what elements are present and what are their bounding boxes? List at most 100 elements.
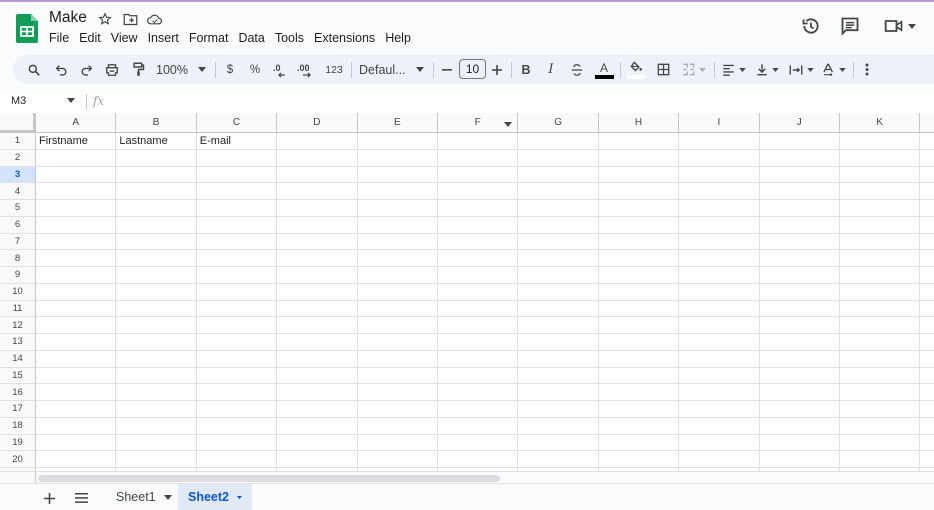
cell-b1[interactable]: Lastname	[116, 133, 196, 150]
more-formats-button[interactable]: 123	[323, 55, 345, 84]
cell-a1[interactable]: Firstname	[36, 133, 116, 150]
row-header-13[interactable]: 13	[0, 334, 36, 351]
row-header-2[interactable]: 2	[0, 149, 36, 167]
column-header-partial[interactable]	[920, 113, 934, 133]
menu-extensions[interactable]: Extensions	[309, 29, 380, 47]
horizontal-scrollbar-thumb[interactable]	[38, 475, 500, 482]
text-wrapping-button[interactable]	[787, 55, 815, 84]
row-header-5[interactable]: 5	[0, 200, 36, 217]
menu-bar: File Edit View Insert Format Data Tools …	[44, 29, 416, 47]
all-sheets-button[interactable]	[70, 487, 92, 509]
row-header-7[interactable]: 7	[0, 233, 36, 251]
increase-decimal-button[interactable]: .00	[297, 55, 315, 84]
font-family-select[interactable]: Defaul...	[359, 55, 425, 84]
menu-view[interactable]: View	[106, 29, 143, 47]
row-header-12[interactable]: 12	[0, 317, 36, 334]
fill-color-button[interactable]	[626, 55, 646, 84]
gridline-horizontal	[36, 450, 934, 452]
italic-button[interactable]: I	[544, 55, 558, 84]
cloud-status-icon[interactable]	[147, 11, 163, 27]
add-sheet-button[interactable]	[38, 487, 60, 509]
sheets-logo-icon[interactable]	[16, 14, 38, 43]
chevron-down-icon[interactable]	[163, 494, 172, 500]
column-header-e[interactable]: E	[357, 113, 438, 133]
font-size-input[interactable]: 10	[459, 59, 486, 79]
spreadsheet-grid[interactable]: A B C D E F G H I J K 1 2 3 4 5 6 7 8 9 10 11 12 13 14 15 16 17 18 19…	[0, 113, 934, 471]
chevron-down-icon[interactable]	[237, 495, 242, 500]
menu-tools[interactable]: Tools	[270, 29, 309, 47]
column-header-a[interactable]: A	[36, 113, 117, 133]
format-currency-button[interactable]: $	[223, 55, 237, 84]
column-header-j[interactable]: J	[759, 113, 840, 133]
row-header-19[interactable]: 19	[0, 434, 36, 452]
row-header-1[interactable]: 1	[0, 133, 36, 150]
strikethrough-button[interactable]	[569, 55, 585, 84]
bold-button[interactable]: B	[519, 55, 533, 84]
decrease-font-size-button[interactable]	[440, 55, 454, 84]
move-folder-icon[interactable]	[122, 11, 138, 27]
more-options-button[interactable]	[860, 55, 874, 84]
menu-edit[interactable]: Edit	[74, 29, 106, 47]
column-header-c[interactable]: C	[196, 113, 278, 133]
row-header-8[interactable]: 8	[0, 250, 36, 267]
vertical-align-button[interactable]	[754, 55, 780, 84]
decrease-decimal-button[interactable]: .0	[272, 55, 290, 84]
sheet-tab-sheet1[interactable]: Sheet1	[106, 484, 182, 510]
name-box[interactable]: M3	[11, 95, 26, 107]
column-header-k[interactable]: K	[840, 113, 921, 133]
redo-button[interactable]	[77, 55, 95, 84]
horizontal-align-button[interactable]	[721, 55, 747, 84]
column-header-d[interactable]: D	[277, 113, 358, 133]
video-camera-icon	[884, 20, 903, 32]
column-menu-chevron-icon[interactable]	[504, 122, 512, 127]
column-header-g[interactable]: G	[518, 113, 599, 133]
cell-c1[interactable]: E-mail	[197, 133, 277, 150]
sheet-tab-label: Sheet1	[116, 490, 156, 504]
text-rotation-button[interactable]	[820, 55, 848, 84]
row-header-3[interactable]: 3	[0, 166, 36, 184]
row-header-15[interactable]: 15	[0, 367, 36, 385]
document-title[interactable]: Make	[49, 9, 87, 27]
comments-button[interactable]	[838, 14, 862, 38]
undo-button[interactable]	[52, 55, 70, 84]
version-history-button[interactable]	[799, 14, 823, 38]
sheet-tab-sheet2[interactable]: Sheet2	[178, 484, 252, 510]
row-header-16[interactable]: 16	[0, 384, 36, 401]
borders-button[interactable]	[655, 55, 671, 84]
chevron-down-icon	[771, 67, 779, 72]
menu-data[interactable]: Data	[233, 29, 269, 47]
column-header-i[interactable]: I	[679, 113, 760, 133]
search-menus-button[interactable]	[25, 55, 43, 84]
row-header-11[interactable]: 11	[0, 300, 36, 318]
increase-font-size-button[interactable]	[490, 55, 504, 84]
select-all-corner[interactable]	[0, 113, 36, 133]
chevron-down-icon[interactable]	[67, 98, 75, 103]
menu-help[interactable]: Help	[380, 29, 416, 47]
meet-button[interactable]	[882, 14, 918, 38]
row-header-14[interactable]: 14	[0, 350, 36, 368]
column-header-h[interactable]: H	[598, 113, 680, 133]
merge-cells-button[interactable]	[680, 55, 708, 84]
row-header-6[interactable]: 6	[0, 216, 36, 234]
menu-file[interactable]: File	[44, 29, 74, 47]
zoom-value: 100%	[156, 62, 188, 77]
row-header-17[interactable]: 17	[0, 401, 36, 418]
print-button[interactable]	[103, 55, 121, 84]
row-header-4[interactable]: 4	[0, 183, 36, 200]
zoom-select[interactable]: 100%	[153, 55, 209, 84]
gridline-horizontal	[36, 383, 934, 385]
menu-insert[interactable]: Insert	[143, 29, 184, 47]
format-percent-button[interactable]: %	[248, 55, 262, 84]
formula-input[interactable]	[112, 94, 922, 110]
row-header-9[interactable]: 9	[0, 267, 36, 284]
chevron-down-icon	[739, 67, 746, 72]
row-header-20[interactable]: 20	[0, 451, 36, 468]
star-icon[interactable]	[97, 11, 113, 27]
row-header-18[interactable]: 18	[0, 417, 36, 435]
column-header-b[interactable]: B	[116, 113, 197, 133]
row-header-10[interactable]: 10	[0, 283, 36, 301]
menu-format[interactable]: Format	[184, 29, 234, 47]
paint-format-button[interactable]	[129, 55, 147, 84]
text-color-button[interactable]: A	[594, 55, 614, 84]
gridline-vertical	[678, 133, 680, 471]
